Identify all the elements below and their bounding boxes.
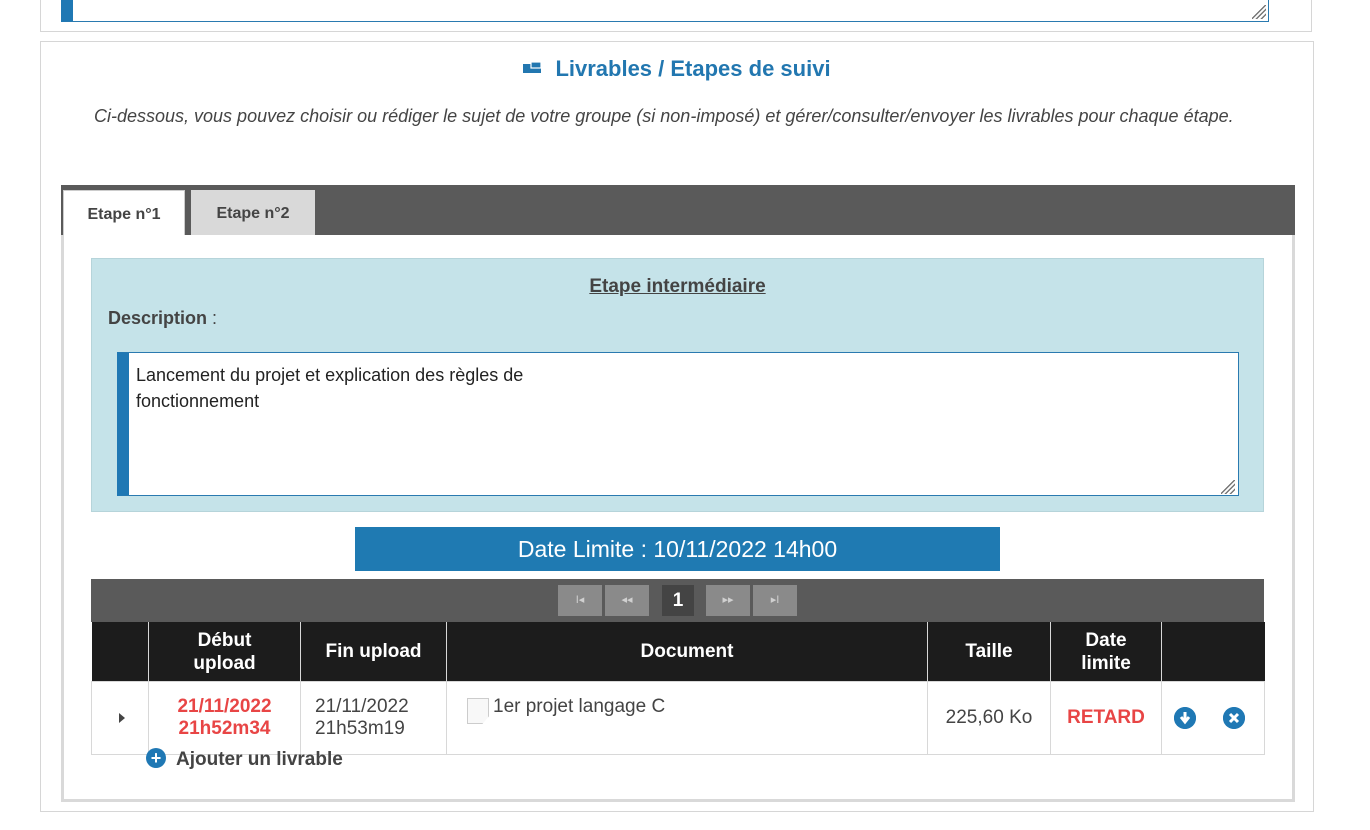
- table-row: 21/11/2022 21h52m34 21/11/2022 21h53m19 …: [91, 681, 1265, 755]
- first-page-button[interactable]: I◂: [558, 585, 602, 616]
- tab-step-2[interactable]: Etape n°2: [191, 190, 315, 235]
- document-header[interactable]: Document: [446, 622, 928, 682]
- section-title: Livrables / Etapes de suivi: [41, 56, 1313, 82]
- card-icon: [523, 61, 542, 73]
- document-link[interactable]: 1er projet langage C: [493, 696, 665, 717]
- deadline-header[interactable]: Date limite: [1050, 622, 1162, 682]
- status-badge: RETARD: [1067, 707, 1145, 728]
- actions-header: [1161, 622, 1265, 682]
- description-label-text: Description: [108, 308, 208, 328]
- close-icon: [1223, 706, 1246, 729]
- tab-step-1[interactable]: Etape n°1: [63, 190, 185, 235]
- start-time: 21h52m34: [178, 718, 271, 739]
- pagination-bar: I◂ ◂◂ 1 ▸▸ ▸I: [91, 579, 1264, 622]
- status-cell: RETARD: [1050, 681, 1162, 755]
- expand-column-header: [91, 622, 149, 682]
- size-header[interactable]: Taille: [927, 622, 1051, 682]
- expand-arrow-icon[interactable]: [119, 713, 125, 723]
- actions-cell: [1161, 681, 1265, 755]
- end-time: 21h53m19: [315, 718, 405, 739]
- deadline-banner: Date Limite : 10/11/2022 14h00: [355, 527, 1000, 571]
- description-textarea[interactable]: Lancement du projet et explication des r…: [117, 352, 1239, 496]
- section-title-text: Livrables / Etapes de suivi: [555, 56, 831, 81]
- step-title: Etape intermédiaire: [589, 276, 766, 297]
- next-page-button[interactable]: ▸▸: [706, 585, 750, 616]
- start-upload-cell: 21/11/2022 21h52m34: [148, 681, 301, 755]
- resize-grip-icon[interactable]: [1252, 5, 1266, 19]
- last-page-button[interactable]: ▸I: [753, 585, 797, 616]
- deliverables-table: Début upload Fin upload Document Taille …: [91, 622, 1265, 755]
- add-deliverable-label: Ajouter un livrable: [176, 749, 343, 770]
- prev-page-button[interactable]: ◂◂: [605, 585, 649, 616]
- end-upload-header[interactable]: Fin upload: [300, 622, 447, 682]
- current-page[interactable]: 1: [662, 585, 694, 616]
- expand-cell[interactable]: [91, 681, 149, 755]
- description-label-sep: :: [207, 308, 218, 328]
- document-cell: 1er projet langage C: [446, 681, 928, 755]
- delete-icon[interactable]: [1223, 706, 1246, 729]
- step-info-box: Etape intermédiaire Description : Lancem…: [91, 258, 1264, 512]
- resize-grip-icon[interactable]: [1221, 480, 1235, 494]
- add-deliverable-button[interactable]: + Ajouter un livrable: [146, 747, 343, 771]
- document-icon: [467, 698, 489, 724]
- previous-textarea[interactable]: [61, 0, 1269, 22]
- tab-bar: Etape n°1 Etape n°2: [61, 185, 1295, 235]
- description-label: Description :: [108, 308, 217, 329]
- start-upload-header[interactable]: Début upload: [148, 622, 301, 682]
- table-header-row: Début upload Fin upload Document Taille …: [91, 622, 1265, 682]
- start-date: 21/11/2022: [177, 696, 272, 717]
- download-icon[interactable]: [1174, 706, 1196, 729]
- end-upload-cell: 21/11/2022 21h53m19: [300, 681, 447, 755]
- end-date: 21/11/2022: [315, 696, 409, 717]
- add-circle-icon: +: [146, 747, 166, 768]
- deliverables-panel: Livrables / Etapes de suivi Ci-dessous, …: [40, 41, 1314, 812]
- size-cell: 225,60 Ko: [927, 681, 1051, 755]
- arrow-down-icon: [1174, 706, 1196, 729]
- intro-text: Ci-dessous, vous pouvez choisir ou rédig…: [94, 106, 1234, 126]
